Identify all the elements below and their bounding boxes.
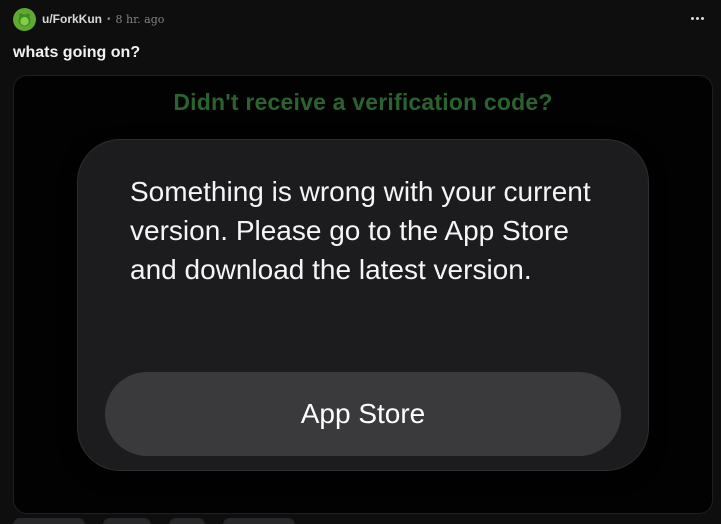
alert-message: Something is wrong with your current ver… xyxy=(130,176,591,285)
post-action-bar xyxy=(13,518,313,524)
avatar[interactable] xyxy=(13,7,36,31)
reddit-post: u/ForkKun • 8 hr. ago whats going on? Di… xyxy=(0,0,721,524)
snoo-avatar-icon xyxy=(18,12,31,26)
post-timestamp: 8 hr. ago xyxy=(115,12,165,26)
post-author[interactable]: u/ForkKun xyxy=(42,12,102,26)
alert-dialog: Something is wrong with your current ver… xyxy=(78,140,648,470)
award-button[interactable] xyxy=(169,518,205,524)
meta-separator: • xyxy=(107,13,111,25)
post-header: u/ForkKun • 8 hr. ago xyxy=(13,7,164,31)
comment-button[interactable] xyxy=(103,518,151,524)
app-store-button[interactable]: App Store xyxy=(105,372,621,456)
vote-button[interactable] xyxy=(13,518,85,524)
more-options-icon xyxy=(695,16,699,20)
screenshot-background-text: Didn't receive a verification code? xyxy=(173,89,553,115)
post-image[interactable]: Didn't receive a verification code? Some… xyxy=(13,75,713,514)
post-title[interactable]: whats going on? xyxy=(13,44,140,62)
more-options-icon xyxy=(700,16,704,20)
more-options-icon xyxy=(690,16,694,20)
more-options-button[interactable] xyxy=(685,8,709,28)
share-button[interactable] xyxy=(223,518,295,524)
